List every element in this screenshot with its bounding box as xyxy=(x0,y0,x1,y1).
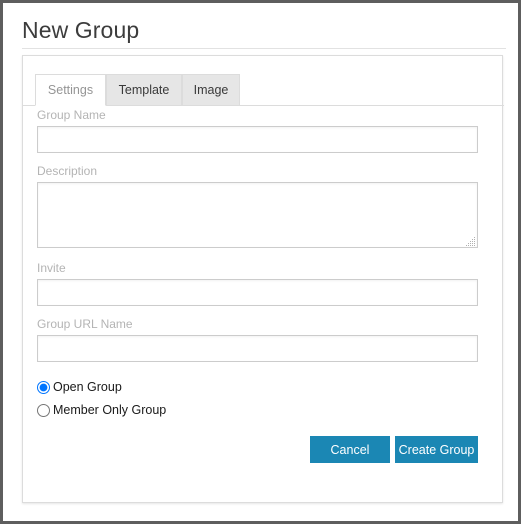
new-group-form-panel: Settings Template Image Group Name Descr… xyxy=(22,55,504,503)
page-title: New Group xyxy=(22,17,140,43)
radio-open-group[interactable]: Open Group xyxy=(37,379,122,395)
group-url-name-label: Group URL Name xyxy=(37,317,133,331)
radio-member-only-group-input[interactable] xyxy=(37,403,50,417)
tab-template[interactable]: Template xyxy=(106,74,182,106)
group-name-label: Group Name xyxy=(37,108,106,122)
tab-image-label: Image xyxy=(193,83,229,97)
radio-member-only-group[interactable]: Member Only Group xyxy=(37,402,166,418)
tab-settings-label: Settings xyxy=(47,83,94,97)
description-label: Description xyxy=(37,164,98,178)
invite-label: Invite xyxy=(37,261,66,275)
invite-input[interactable] xyxy=(37,279,478,306)
page-body: New Group Settings Template Image Group … xyxy=(3,3,518,521)
group-url-name-input[interactable] xyxy=(37,335,478,362)
tab-template-label: Template xyxy=(118,83,170,97)
group-name-input[interactable] xyxy=(37,126,478,153)
radio-open-group-label: Open Group xyxy=(53,380,122,394)
tab-image[interactable]: Image xyxy=(182,74,240,106)
tab-settings[interactable]: Settings xyxy=(35,74,106,106)
radio-open-group-input[interactable] xyxy=(37,380,50,394)
cancel-button[interactable]: Cancel xyxy=(310,436,390,463)
app-window-frame: New Group Settings Template Image Group … xyxy=(0,0,521,524)
description-textarea[interactable] xyxy=(37,182,478,248)
radio-member-only-group-label: Member Only Group xyxy=(53,403,167,417)
title-divider xyxy=(22,48,506,49)
tab-strip: Settings Template Image xyxy=(23,73,504,106)
create-group-button[interactable]: Create Group xyxy=(395,436,478,463)
